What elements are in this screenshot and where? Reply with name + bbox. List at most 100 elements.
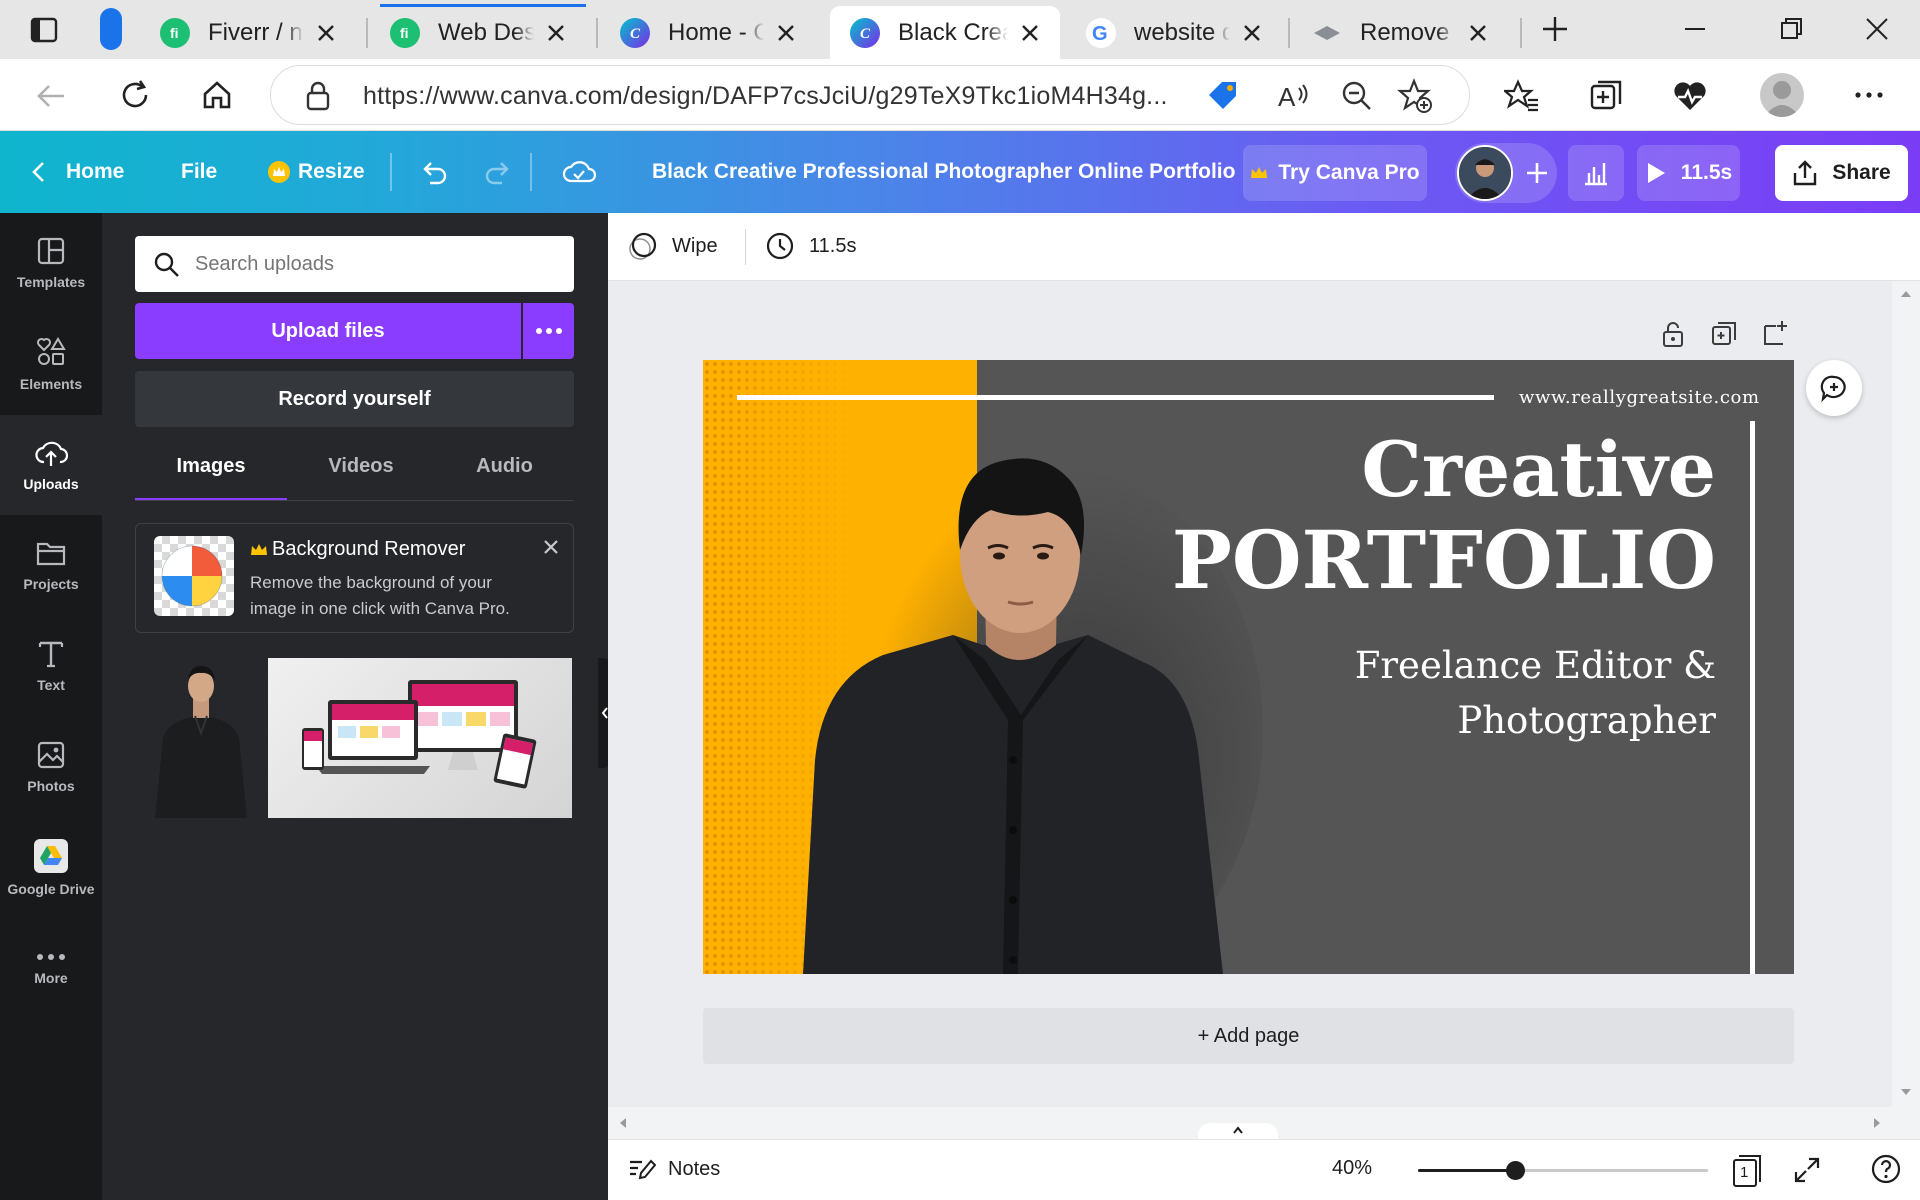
close-tab-icon[interactable] xyxy=(1238,19,1266,47)
redo-icon[interactable] xyxy=(484,157,514,187)
zoom-out-icon[interactable] xyxy=(1341,80,1373,112)
notes-label: Notes xyxy=(668,1157,721,1180)
scroll-right-icon[interactable] xyxy=(1872,1116,1882,1130)
new-tab-icon[interactable] xyxy=(1540,14,1570,44)
refresh-icon[interactable] xyxy=(118,78,152,112)
tab-audio[interactable]: Audio xyxy=(435,445,574,487)
close-tab-icon[interactable] xyxy=(1464,19,1492,47)
scroll-down-icon[interactable] xyxy=(1899,1087,1913,1097)
browser-tab[interactable]: G website de xyxy=(1066,6,1282,59)
help-icon[interactable] xyxy=(1870,1153,1902,1185)
notes-button[interactable]: Notes xyxy=(628,1156,720,1182)
address-bar[interactable]: https://www.canva.com/design/DAFP7csJciU… xyxy=(270,65,1470,125)
photos-icon xyxy=(37,741,65,769)
timing-button[interactable]: 11.5s xyxy=(765,231,856,261)
uploaded-image-portrait[interactable] xyxy=(145,658,257,818)
close-tab-icon[interactable] xyxy=(772,19,800,47)
rail-item-google-drive[interactable]: Google Drive xyxy=(0,818,102,918)
rail-item-projects[interactable]: Projects xyxy=(0,515,102,615)
resize-button[interactable]: Resize xyxy=(268,131,365,213)
bg-remover-desc-line: Remove the background of your xyxy=(250,573,492,592)
record-yourself-button[interactable]: Record yourself xyxy=(135,371,574,427)
website-text: www.reallygreatsite.com xyxy=(1519,387,1760,408)
page-count-button[interactable]: 1 xyxy=(1732,1154,1762,1188)
minimize-icon[interactable] xyxy=(1680,14,1710,44)
lock-page-icon[interactable] xyxy=(1660,320,1686,348)
notes-icon xyxy=(630,1159,656,1180)
rail-item-text[interactable]: Text xyxy=(0,616,102,716)
browser-tab[interactable]: fi Fiverr / ne xyxy=(140,6,356,59)
search-uploads-field[interactable] xyxy=(135,236,574,292)
add-collaborator-icon[interactable] xyxy=(1523,159,1551,187)
close-icon[interactable] xyxy=(542,538,560,556)
tab-images[interactable]: Images xyxy=(135,445,287,487)
scroll-left-icon[interactable] xyxy=(618,1116,628,1130)
favorites-icon[interactable] xyxy=(1504,78,1540,114)
browser-tab[interactable]: Remove Ba xyxy=(1292,6,1508,59)
vertical-scrollbar[interactable] xyxy=(1892,281,1920,1107)
undo-icon[interactable] xyxy=(418,157,448,187)
back-icon[interactable] xyxy=(34,79,68,113)
tab-actions-icon[interactable] xyxy=(30,16,58,44)
browser-tab[interactable]: fi Web Desig xyxy=(370,6,586,59)
crown-icon xyxy=(251,543,267,555)
vertical-tabs-indicator[interactable] xyxy=(100,8,122,50)
lock-icon[interactable] xyxy=(305,81,331,111)
close-tab-icon[interactable] xyxy=(312,19,340,47)
try-canva-pro-button[interactable]: Try Canva Pro xyxy=(1243,145,1427,201)
file-menu[interactable]: File xyxy=(181,131,217,213)
rail-item-templates[interactable]: Templates xyxy=(0,213,102,313)
settings-more-icon[interactable] xyxy=(1852,78,1886,112)
add-page-button[interactable]: + Add page xyxy=(703,1008,1794,1064)
timeline-toggle[interactable] xyxy=(1198,1123,1278,1139)
uploaded-image-mockup[interactable] xyxy=(268,658,572,818)
add-comment-button[interactable] xyxy=(1806,360,1862,416)
resize-label: Resize xyxy=(298,160,365,183)
read-aloud-icon[interactable]: A xyxy=(1277,80,1311,112)
cloud-saved-icon[interactable] xyxy=(562,157,596,187)
document-title[interactable]: Black Creative Professional Photographer… xyxy=(652,131,1235,213)
collections-icon[interactable] xyxy=(1588,78,1624,114)
user-avatar[interactable] xyxy=(1457,145,1513,201)
browser-tab-active[interactable]: C Black Creat xyxy=(830,6,1060,59)
upload-options-button[interactable] xyxy=(523,303,574,359)
tab-title: Web Desig xyxy=(438,18,534,46)
present-button[interactable]: 11.5s xyxy=(1637,145,1740,201)
profile-avatar[interactable] xyxy=(1760,73,1804,117)
home-nav[interactable]: Home xyxy=(30,131,124,213)
background-remover-card[interactable]: Background Remover Remove the background… xyxy=(135,523,574,633)
header-divider xyxy=(530,153,532,191)
horizontal-scrollbar[interactable] xyxy=(608,1107,1892,1139)
close-tab-icon[interactable] xyxy=(542,19,570,47)
add-page-icon[interactable] xyxy=(1762,318,1790,348)
tab-group-line xyxy=(380,4,586,7)
share-icon xyxy=(1794,160,1817,186)
tab-videos[interactable]: Videos xyxy=(287,445,435,487)
upload-files-button[interactable]: Upload files xyxy=(135,303,521,359)
fullscreen-icon[interactable] xyxy=(1792,1155,1822,1185)
rail-item-uploads[interactable]: Uploads xyxy=(0,415,102,515)
zoom-percentage[interactable]: 40% xyxy=(1332,1157,1372,1180)
rail-item-photos[interactable]: Photos xyxy=(0,717,102,817)
rail-item-elements[interactable]: Elements xyxy=(0,314,102,414)
restore-icon[interactable] xyxy=(1776,14,1806,44)
scroll-up-icon[interactable] xyxy=(1899,289,1913,299)
close-window-icon[interactable] xyxy=(1862,14,1892,44)
coupon-tag-icon[interactable] xyxy=(1205,78,1241,114)
transition-button[interactable]: Wipe xyxy=(628,231,718,261)
google-icon: G xyxy=(1086,17,1116,48)
browser-essentials-icon[interactable] xyxy=(1672,78,1708,114)
duplicate-page-icon[interactable] xyxy=(1710,320,1738,348)
close-tab-icon[interactable] xyxy=(1016,19,1044,47)
insights-button[interactable] xyxy=(1568,145,1624,201)
add-favorite-icon[interactable] xyxy=(1397,78,1433,114)
tab-separator xyxy=(596,18,598,48)
zoom-slider[interactable] xyxy=(1418,1161,1708,1180)
rail-item-more[interactable]: More xyxy=(0,919,102,1019)
home-icon[interactable] xyxy=(200,78,234,112)
design-page[interactable]: www.reallygreatsite.com Creative PORTFOL… xyxy=(703,360,1794,974)
browser-tab[interactable]: C Home - Ca xyxy=(600,6,816,59)
zoom-slider-handle[interactable] xyxy=(1505,1161,1525,1180)
share-button[interactable]: Share xyxy=(1775,145,1908,201)
search-input[interactable] xyxy=(195,246,555,282)
